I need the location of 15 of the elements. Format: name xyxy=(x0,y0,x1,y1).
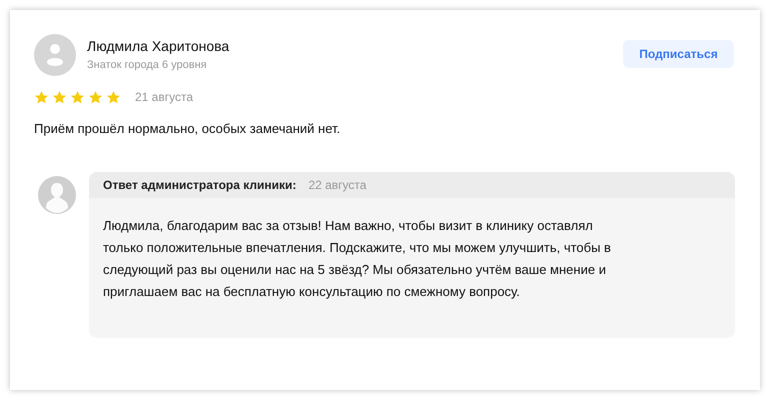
avatar-icon xyxy=(34,34,76,76)
author-name: Людмила Харитонова xyxy=(87,37,230,55)
review-date: 21 августа xyxy=(135,89,194,106)
subscribe-button[interactable]: Подписаться xyxy=(623,40,734,68)
author-level: Знаток города 6 уровня xyxy=(87,58,208,72)
star-icon xyxy=(106,90,121,104)
admin-avatar-icon xyxy=(38,176,76,214)
star-icon xyxy=(70,90,85,104)
star-icon xyxy=(52,90,67,104)
star-icon xyxy=(88,90,103,104)
review-text: Приём прошёл нормально, особых замечаний нет. xyxy=(34,120,342,138)
reply-date: 22 августа xyxy=(308,176,366,194)
reply-label: Ответ администратора клиники: xyxy=(103,176,296,194)
reply-text: Людмила, благодарим вас за отзыв! Нам важно, чтобы визит в клинику оставлял только положительные впечатления. Подскажите, что мы можем улучшить, чтобы в следующий раз вы оценили нас на 5 звёзд? Мы обязательно учтём ваше мнение и приглашаем вас на бесплатную консультацию по смежному вопросу. xyxy=(102,216,612,301)
star-icon xyxy=(34,90,49,104)
